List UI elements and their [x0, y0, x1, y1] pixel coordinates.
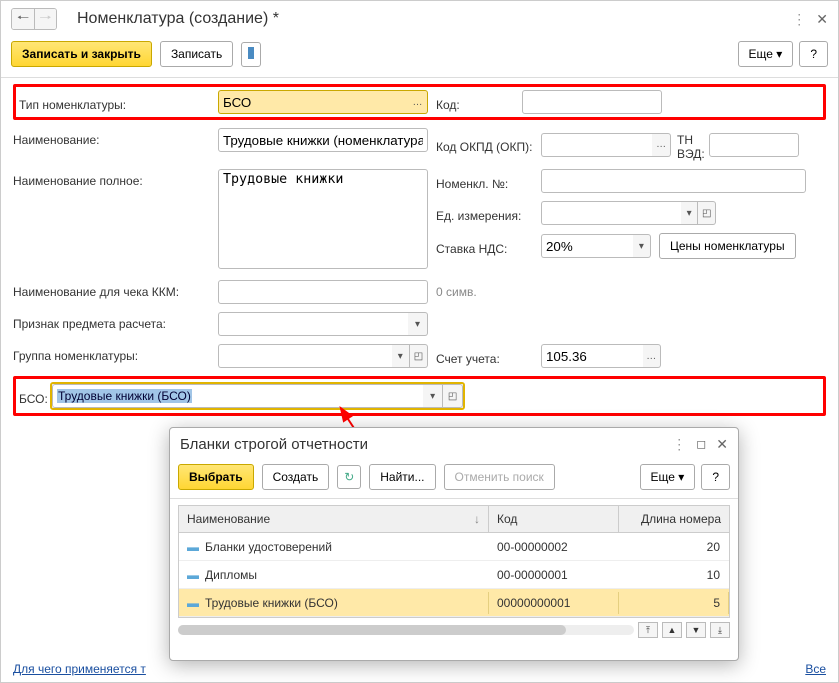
- scroll-first-button[interactable]: ⤒: [638, 622, 658, 638]
- popup-select-button[interactable]: Выбрать: [178, 464, 254, 490]
- scroll-up-button[interactable]: ▲: [662, 622, 682, 638]
- save-button[interactable]: Записать: [160, 41, 233, 67]
- table-row-selected[interactable]: ▬Трудовые книжки (БСО) 00000000001 5: [179, 589, 729, 617]
- popup-restore-icon[interactable]: ◻: [696, 437, 706, 451]
- nomno-input[interactable]: [541, 169, 806, 193]
- popup-cancel-find-button[interactable]: Отменить поиск: [444, 464, 555, 490]
- report-icon: [248, 47, 254, 59]
- unit-input[interactable]: [541, 201, 681, 225]
- nav-forward-button[interactable]: 🠒: [34, 9, 56, 29]
- h-scrollbar[interactable]: [178, 625, 634, 635]
- subject-dropdown-button[interactable]: ▾: [408, 312, 428, 336]
- bso-input[interactable]: Трудовые книжки (БСО): [52, 384, 423, 408]
- scroll-last-button[interactable]: ⤓: [710, 622, 730, 638]
- label-bso: БСО:: [19, 387, 50, 406]
- type-input[interactable]: [218, 90, 408, 114]
- popup-more-button[interactable]: Еще ▾: [640, 464, 696, 490]
- label-kkm: Наименование для чека ККМ:: [13, 280, 218, 299]
- window-title: Номенклатура (создание) *: [77, 10, 279, 28]
- label-vat: Ставка НДС:: [436, 237, 541, 256]
- report-icon-button[interactable]: [241, 42, 261, 67]
- chevron-down-icon: ▾: [678, 470, 684, 484]
- label-name: Наименование:: [13, 128, 218, 147]
- vat-dropdown-button[interactable]: ▾: [633, 234, 651, 258]
- nav-back-button[interactable]: 🠐: [12, 9, 34, 29]
- popup-create-button[interactable]: Создать: [262, 464, 330, 490]
- close-icon[interactable]: ✕: [816, 11, 828, 28]
- bso-open-button[interactable]: ◰: [443, 384, 463, 408]
- group-open-button[interactable]: ◰: [410, 344, 428, 368]
- prices-button[interactable]: Цены номенклатуры: [659, 233, 796, 259]
- label-account: Счет учета:: [436, 347, 541, 366]
- label-group: Группа номенклатуры:: [13, 344, 218, 363]
- label-nomno: Номенкл. №:: [436, 172, 541, 191]
- refresh-icon: ↻: [344, 470, 354, 484]
- popup-close-icon[interactable]: ✕: [716, 436, 728, 453]
- label-tnved: ТН ВЭД:: [671, 128, 709, 161]
- main-toolbar: Записать и закрыть Записать Еще ▾ ?: [1, 37, 838, 78]
- bso-picker-popup: Бланки строгой отчетности ⋮ ◻ ✕ Выбрать …: [169, 427, 739, 661]
- unit-dropdown-button[interactable]: ▾: [681, 201, 699, 225]
- label-subject: Признак предмета расчета:: [13, 312, 218, 331]
- col-code-header[interactable]: Код: [489, 506, 619, 532]
- table-row[interactable]: ▬Дипломы 00-00000001 10: [179, 561, 729, 589]
- bso-grid: Наименование↓ Код Длина номера ▬Бланки у…: [178, 505, 730, 618]
- scroll-down-button[interactable]: ▼: [686, 622, 706, 638]
- table-row[interactable]: ▬Бланки удостоверений 00-00000002 20: [179, 533, 729, 561]
- group-input[interactable]: [218, 344, 392, 368]
- label-fullname: Наименование полное:: [13, 169, 218, 188]
- col-name-header[interactable]: Наименование↓: [179, 506, 489, 532]
- label-unit: Ед. измерения:: [436, 204, 541, 223]
- okpd-select-button[interactable]: …: [652, 133, 671, 157]
- popup-kebab-icon[interactable]: ⋮: [672, 436, 686, 453]
- label-type: Тип номенклатуры:: [19, 93, 218, 112]
- chevron-down-icon: ▾: [776, 47, 782, 61]
- item-icon: ▬: [187, 540, 199, 554]
- col-len-header[interactable]: Длина номера: [619, 506, 729, 532]
- more-button[interactable]: Еще ▾: [738, 41, 794, 67]
- label-okpd: Код ОКПД (ОКП):: [436, 135, 541, 154]
- sort-down-icon: ↓: [474, 512, 480, 526]
- code-input[interactable]: [522, 90, 662, 114]
- popup-find-button[interactable]: Найти...: [369, 464, 435, 490]
- popup-help-button[interactable]: ?: [701, 464, 730, 490]
- subject-input[interactable]: [218, 312, 408, 336]
- account-input[interactable]: [541, 344, 643, 368]
- help-button[interactable]: ?: [799, 41, 828, 67]
- kebab-icon[interactable]: ⋮: [792, 11, 806, 28]
- popup-refresh-button[interactable]: ↻: [337, 465, 361, 489]
- account-select-button[interactable]: …: [643, 344, 662, 368]
- help-link[interactable]: Для чего применяется т: [13, 662, 146, 676]
- label-code: Код:: [436, 93, 522, 112]
- unit-open-button[interactable]: ◰: [698, 201, 716, 225]
- name-input[interactable]: [218, 128, 428, 152]
- group-dropdown-button[interactable]: ▾: [392, 344, 410, 368]
- window-titlebar: 🠐 🠒 Номенклатура (создание) * ⋮ ✕: [1, 1, 838, 37]
- save-close-button[interactable]: Записать и закрыть: [11, 41, 152, 67]
- okpd-input[interactable]: [541, 133, 652, 157]
- all-link[interactable]: Все: [805, 662, 826, 676]
- item-icon: ▬: [187, 568, 199, 582]
- type-select-button[interactable]: …: [408, 90, 428, 114]
- kkm-input[interactable]: [218, 280, 428, 304]
- fullname-input[interactable]: Трудовые книжки: [218, 169, 428, 269]
- tnved-input[interactable]: [709, 133, 799, 157]
- bso-dropdown-button[interactable]: ▾: [423, 384, 443, 408]
- vat-input[interactable]: [541, 234, 633, 258]
- symbol-count: 0 симв.: [436, 280, 477, 299]
- item-icon: ▬: [187, 596, 199, 610]
- popup-title: Бланки строгой отчетности: [180, 436, 368, 453]
